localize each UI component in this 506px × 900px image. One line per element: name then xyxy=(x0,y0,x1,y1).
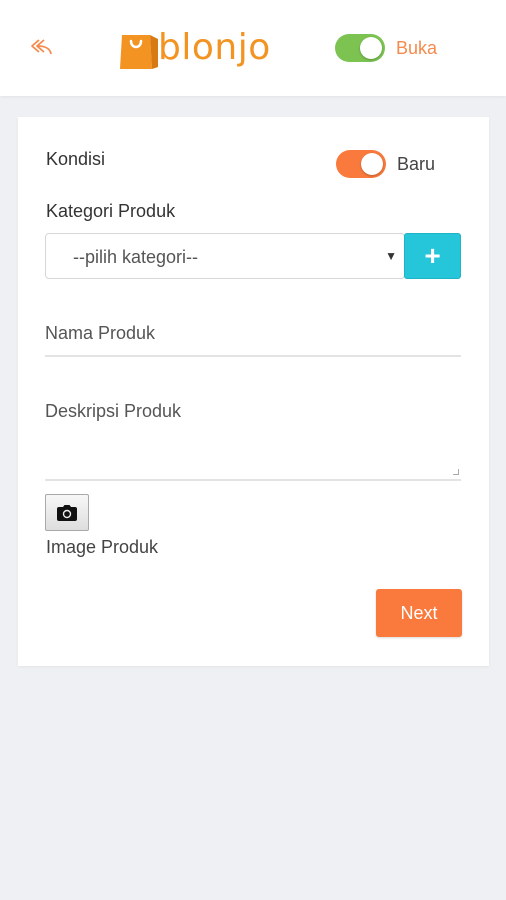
image-produk-label: Image Produk xyxy=(46,537,159,557)
product-form-card: Kondisi Baru Kategori Produk --pilih kat… xyxy=(18,117,489,666)
store-status-label: Buka xyxy=(396,38,438,58)
back-arrow-icon xyxy=(31,39,52,55)
kategori-label: Kategori Produk xyxy=(46,201,176,221)
dropdown-arrow-icon: ▼ xyxy=(385,249,397,263)
kondisi-toggle[interactable] xyxy=(336,150,386,178)
plus-icon: + xyxy=(424,240,441,271)
app-logo: blonjo xyxy=(118,22,271,74)
back-button[interactable] xyxy=(28,34,56,62)
resize-handle-icon[interactable] xyxy=(453,469,459,475)
camera-icon xyxy=(57,504,77,521)
add-category-button[interactable]: + xyxy=(404,233,461,279)
kategori-select[interactable]: --pilih kategori-- ▼ xyxy=(45,233,405,279)
logo-text: blonjo xyxy=(158,27,271,68)
upload-image-button[interactable] xyxy=(45,494,89,531)
toggle-knob xyxy=(361,153,383,175)
kondisi-value-label: Baru xyxy=(397,154,436,174)
kategori-select-value: --pilih kategori-- xyxy=(73,247,199,267)
deskripsi-produk-textarea[interactable]: Deskripsi Produk xyxy=(45,393,461,481)
app-header: blonjo Buka xyxy=(0,0,506,96)
next-button[interactable]: Next xyxy=(376,589,462,637)
kondisi-label: Kondisi xyxy=(46,149,106,169)
deskripsi-produk-placeholder: Deskripsi Produk xyxy=(45,401,182,421)
toggle-knob xyxy=(360,37,382,59)
shopping-bag-icon xyxy=(120,35,158,69)
nama-produk-input[interactable]: Nama Produk xyxy=(45,315,461,357)
store-open-toggle[interactable] xyxy=(335,34,385,62)
nama-produk-placeholder: Nama Produk xyxy=(45,323,156,343)
